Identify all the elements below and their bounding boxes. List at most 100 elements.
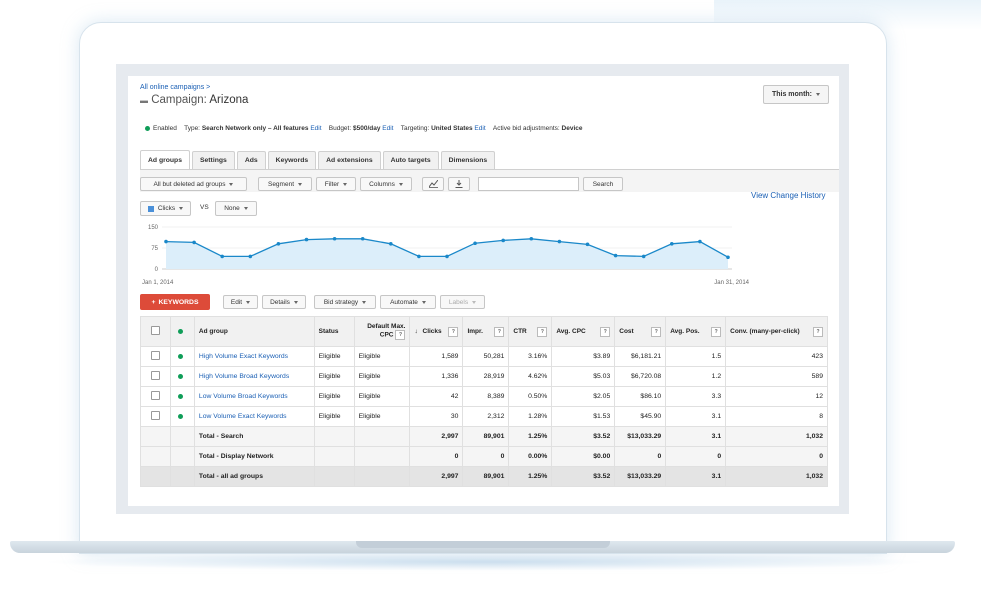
download-icon xyxy=(455,180,463,188)
help-icon[interactable]: ? xyxy=(395,330,406,340)
default-cpc-cell[interactable]: Eligible xyxy=(353,366,411,387)
chart-point[interactable] xyxy=(417,254,421,259)
chart-point[interactable] xyxy=(192,240,196,245)
edit-targeting-link[interactable]: Edit xyxy=(474,125,485,132)
empty-cell xyxy=(169,466,195,487)
chart-point[interactable] xyxy=(726,255,730,260)
chart-point[interactable] xyxy=(360,236,365,241)
ad-group-link[interactable]: Low Volume Broad Keywords xyxy=(193,386,315,407)
chart-point[interactable] xyxy=(389,242,393,246)
row-checkbox[interactable] xyxy=(150,391,160,400)
chart-point[interactable] xyxy=(164,239,168,244)
help-icon[interactable]: ? xyxy=(600,326,611,337)
ad-group-link[interactable]: High Volume Exact Keywords xyxy=(193,346,315,367)
tab-ad-groups[interactable]: Ad groups xyxy=(140,150,190,170)
tab-dimensions[interactable]: Dimensions xyxy=(440,151,496,169)
columns-label: Columns xyxy=(369,180,395,188)
metric1-select[interactable]: Clicks xyxy=(140,201,191,216)
row-checkbox-cell xyxy=(140,346,171,367)
chart-point[interactable] xyxy=(220,254,224,259)
tab-ad-extensions[interactable]: Ad extensions xyxy=(318,151,381,169)
search-input[interactable] xyxy=(478,177,579,191)
clicks-cell: 0 xyxy=(409,446,464,467)
columns-button[interactable]: Columns xyxy=(360,177,412,191)
ad-group-link[interactable]: Low Volume Exact Keywords xyxy=(193,406,315,427)
segment-button[interactable]: Segment xyxy=(258,177,312,191)
chart-point[interactable] xyxy=(698,239,702,244)
chart-point[interactable] xyxy=(501,238,506,243)
header-ad-group[interactable]: Ad group xyxy=(193,316,315,347)
help-icon[interactable]: ? xyxy=(448,326,459,337)
chart-point[interactable] xyxy=(585,242,590,247)
row-checkbox[interactable] xyxy=(150,371,160,380)
header-avg-pos[interactable]: Avg. Pos.? xyxy=(665,316,727,347)
filter-button[interactable]: Filter xyxy=(316,177,356,191)
chart-point[interactable] xyxy=(473,241,477,246)
chevron-down-icon xyxy=(816,93,821,96)
edit-type-link[interactable]: Edit xyxy=(310,125,321,132)
tab-auto-targets[interactable]: Auto targets xyxy=(382,151,439,169)
chart-point[interactable] xyxy=(276,242,281,246)
edit-budget-link[interactable]: Edit xyxy=(382,125,393,132)
clicks-cell: 2,997 xyxy=(409,426,464,447)
total-row: Total - Display Network 0 0 0.00% $0.00 … xyxy=(140,446,828,467)
tab-ads[interactable]: Ads xyxy=(236,151,266,169)
tab-keywords[interactable]: Keywords xyxy=(267,151,317,169)
folder-icon: ▬ xyxy=(140,96,148,105)
ad-group-filter-select[interactable]: All but deleted ad groups xyxy=(140,177,247,191)
header-default-max-cpc[interactable]: Default Max. CPC? xyxy=(353,316,411,347)
conversions-cell: 1,032 xyxy=(725,466,828,487)
add-keywords-button[interactable]: + KEYWORDS xyxy=(140,294,210,310)
row-checkbox[interactable] xyxy=(150,351,160,360)
chart-point[interactable] xyxy=(248,254,253,259)
default-cpc-cell[interactable]: Eligible xyxy=(353,346,411,367)
row-checkbox[interactable] xyxy=(150,411,160,420)
help-icon[interactable]: ? xyxy=(494,326,505,337)
default-cpc-cell[interactable]: Eligible xyxy=(353,406,411,427)
help-icon[interactable]: ? xyxy=(813,326,823,337)
header-avg-cpc[interactable]: Avg. CPC? xyxy=(551,316,616,347)
metric2-select[interactable]: None xyxy=(215,201,257,216)
header-cost[interactable]: Cost? xyxy=(614,316,667,347)
view-change-history-link[interactable]: View Change History xyxy=(751,191,826,200)
search-button[interactable]: Search xyxy=(583,177,623,191)
tab-settings[interactable]: Settings xyxy=(191,151,235,169)
chart-point[interactable] xyxy=(529,236,534,241)
status-dot-icon[interactable] xyxy=(178,353,184,359)
status-dot-icon[interactable] xyxy=(178,373,184,379)
header-conversions[interactable]: Conv. (many-per-click)? xyxy=(725,316,828,347)
help-icon[interactable]: ? xyxy=(711,326,722,337)
select-all-checkbox[interactable] xyxy=(150,326,160,335)
date-range-button[interactable]: This month: xyxy=(763,85,829,104)
total-label: Total - Search xyxy=(193,426,315,447)
status-dot-icon[interactable] xyxy=(178,393,184,399)
header-ctr[interactable]: CTR? xyxy=(508,316,553,347)
bid-strategy-menu-button[interactable]: Bid strategy xyxy=(314,295,376,309)
help-icon[interactable]: ? xyxy=(537,326,548,337)
details-menu-button[interactable]: Details xyxy=(262,295,306,309)
empty-cell xyxy=(353,426,411,447)
header-clicks[interactable]: ↓ Clicks? xyxy=(409,316,464,347)
chart-point[interactable] xyxy=(332,236,337,241)
default-cpc-cell[interactable]: Eligible xyxy=(353,386,411,407)
chart-point[interactable] xyxy=(445,254,449,259)
chart-point[interactable] xyxy=(670,242,674,246)
help-icon[interactable]: ? xyxy=(651,326,662,337)
breadcrumb[interactable]: All online campaigns > xyxy=(140,84,210,91)
select-all-header xyxy=(140,316,171,347)
ctr-cell: 1.25% xyxy=(508,426,553,447)
chart-point[interactable] xyxy=(304,237,309,242)
edit-menu-button[interactable]: Edit xyxy=(223,295,258,309)
automate-menu-button[interactable]: Automate xyxy=(380,295,436,309)
conversions-cell: 1,032 xyxy=(725,426,828,447)
header-impr[interactable]: Impr.? xyxy=(462,316,510,347)
chart-point[interactable] xyxy=(557,239,562,244)
header-status[interactable]: Status xyxy=(313,316,355,347)
labels-menu-button[interactable]: Labels xyxy=(440,295,485,309)
download-button[interactable] xyxy=(448,177,470,191)
chart-toggle-button[interactable] xyxy=(422,177,444,191)
status-dot-icon[interactable] xyxy=(178,413,184,419)
chart-point[interactable] xyxy=(641,254,646,259)
ad-group-link[interactable]: High Volume Broad Keywords xyxy=(193,366,315,387)
chart-point[interactable] xyxy=(613,253,618,258)
